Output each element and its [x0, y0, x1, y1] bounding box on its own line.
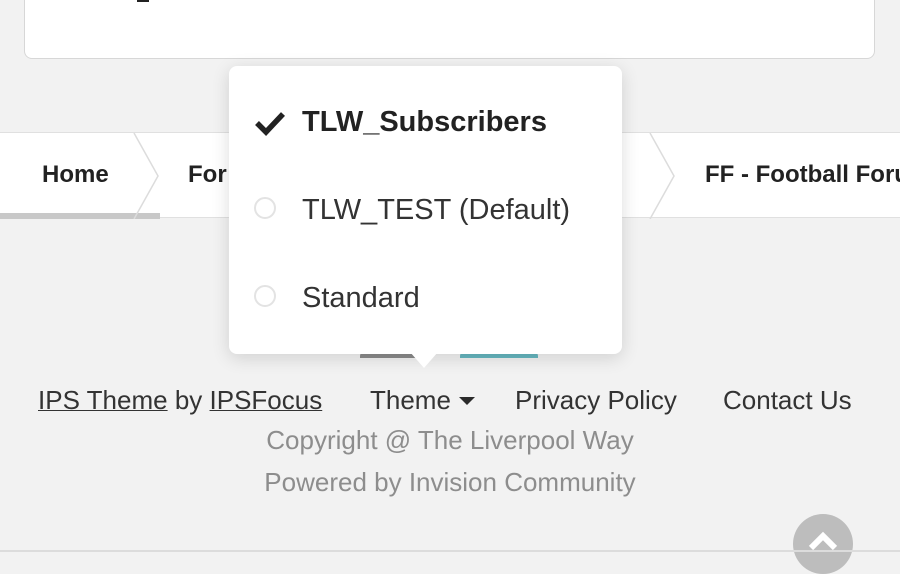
dropdown-pointer	[410, 352, 438, 368]
breadcrumb-item-home[interactable]: Home	[42, 133, 109, 217]
copyright-text: Copyright @ The Liverpool Way	[266, 425, 634, 455]
privacy-policy-link[interactable]: Privacy Policy	[515, 380, 677, 420]
radio-icon[interactable]	[254, 285, 276, 307]
theme-label: Theme	[370, 384, 451, 415]
content-card	[24, 0, 875, 59]
theme-option-standard[interactable]: Standard	[229, 258, 622, 338]
check-icon	[253, 105, 287, 139]
page-bottom-divider	[0, 550, 900, 552]
powered-by-text: Powered by Invision Community	[264, 467, 636, 497]
text-cursor	[137, 0, 149, 2]
radio-icon[interactable]	[254, 197, 276, 219]
credit-by: by	[167, 384, 210, 415]
caret-down-icon	[458, 397, 475, 405]
ips-theme-credit: IPS Theme by IPSFocus	[38, 380, 322, 420]
breadcrumb-separator	[132, 133, 162, 219]
theme-selector-link[interactable]: Theme	[370, 380, 475, 420]
theme-option-tlw-test[interactable]: TLW_TEST (Default)	[229, 170, 622, 250]
ips-theme-link[interactable]: IPS Theme	[38, 385, 168, 416]
theme-option-label: TLW_TEST (Default)	[302, 193, 571, 226]
breadcrumb-item-forums[interactable]: For	[188, 133, 227, 217]
theme-dropdown-menu: TLW_Subscribers TLW_TEST (Default) Stand…	[229, 66, 622, 354]
breadcrumb-item-ff-football-forum[interactable]: FF - Football Foru	[705, 133, 900, 217]
back-to-top-button[interactable]	[793, 514, 853, 574]
ipsfocus-link[interactable]: IPSFocus	[210, 385, 323, 416]
contact-us-link[interactable]: Contact Us	[723, 380, 852, 420]
footer-links: IPS Theme by IPSFocus Theme Privacy Poli…	[0, 380, 900, 420]
theme-option-label: Standard	[302, 281, 420, 314]
theme-option-tlw-subscribers[interactable]: TLW_Subscribers	[229, 82, 622, 162]
theme-option-label: TLW_Subscribers	[302, 105, 547, 138]
breadcrumb-separator	[648, 133, 678, 219]
